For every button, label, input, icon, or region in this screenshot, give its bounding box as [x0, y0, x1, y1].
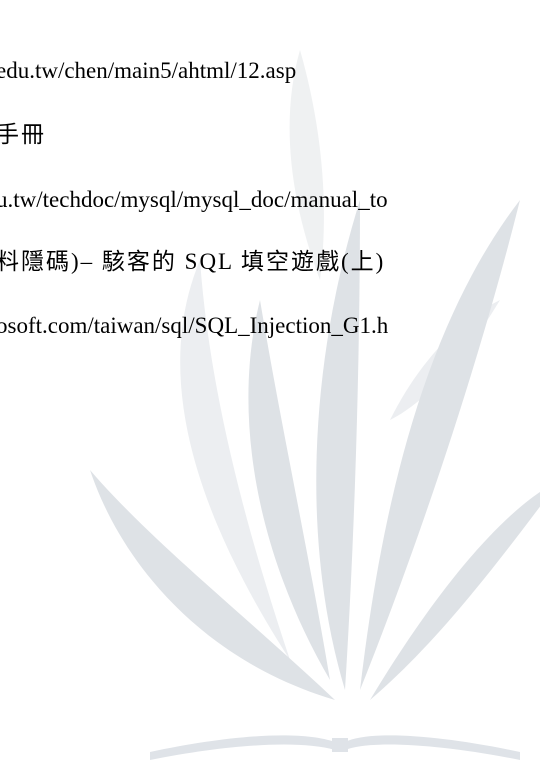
reference-title-handbook: 手冊	[0, 122, 46, 147]
reference-title-sql-injection: 料隱碼)– 駭客的 SQL 填空遊戲(上)	[0, 249, 386, 274]
reference-url-1[interactable]: edu.tw/chen/main5/ahtml/12.asp	[0, 56, 296, 86]
document-page: edu.tw/chen/main5/ahtml/12.asp 手冊 u.tw/t…	[0, 0, 540, 770]
reference-url-2[interactable]: u.tw/techdoc/mysql/mysql_doc/manual_to	[0, 185, 388, 215]
leaf-watermark-logo	[90, 50, 540, 760]
reference-url-3[interactable]: osoft.com/taiwan/sql/SQL_Injection_G1.h	[0, 311, 388, 341]
